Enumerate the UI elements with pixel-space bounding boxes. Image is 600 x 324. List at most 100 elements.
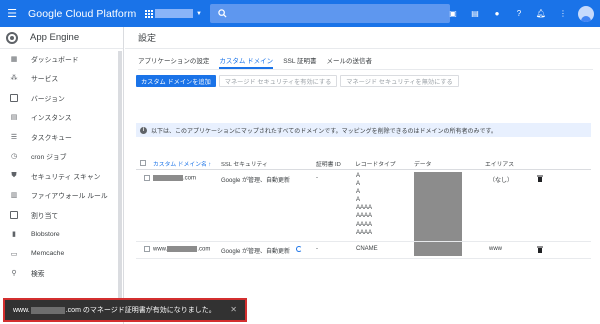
enable-managed-security-button[interactable]: マネージド セキュリティを有効にする xyxy=(218,75,338,87)
cloud-shell-icon[interactable]: ▤ xyxy=(464,0,486,27)
sidebar-item-label: 割り当て xyxy=(31,212,59,220)
firewall-icon: ▥ xyxy=(10,192,18,200)
sidebar-item-label: タスクキュー xyxy=(31,134,72,142)
table-header: カスタム ドメイン名 ↑ SSL セキュリティ 証明書 ID レコードタイプ デ… xyxy=(136,158,591,168)
cron-icon: ◷ xyxy=(10,153,18,161)
row-alias: www xyxy=(489,246,502,252)
search-icon xyxy=(218,9,227,18)
row-checkbox[interactable] xyxy=(144,175,150,181)
data-redacted xyxy=(414,172,462,256)
avatar[interactable] xyxy=(578,5,594,22)
snackbar-message: www. .com のマネージド証明書が有効になりました。 xyxy=(13,305,216,315)
project-selector[interactable]: ▼ xyxy=(145,6,205,22)
record-type: AAAA xyxy=(356,213,373,220)
header-record-type: レコードタイプ xyxy=(355,161,396,168)
snackbar-domain-prefix: www. xyxy=(13,307,30,314)
record-type: A xyxy=(356,181,361,188)
sort-arrow-icon: ↑ xyxy=(208,161,212,168)
dashboard-icon: ▦ xyxy=(10,55,18,63)
close-icon[interactable]: ✕ xyxy=(230,305,237,314)
add-custom-domain-button[interactable]: カスタム ドメインを追加 xyxy=(136,75,216,87)
sidebar-item-cron[interactable]: ◷ cron ジョブ xyxy=(0,147,123,167)
row-ssl-status: Google が管理、自動更新 xyxy=(221,249,291,255)
tab-app-settings[interactable]: アプリケーションの設定 xyxy=(138,55,209,69)
hamburger-icon[interactable]: ☰ xyxy=(0,0,24,27)
project-dots-icon xyxy=(145,9,153,18)
gift-icon[interactable]: ▣ xyxy=(442,0,464,27)
sidebar-item-label: セキュリティ スキャン xyxy=(31,173,101,181)
domain-redacted xyxy=(153,175,183,181)
chevron-down-icon: ▼ xyxy=(196,10,202,17)
row-divider xyxy=(136,258,591,259)
top-bar: ☰ Google Cloud Platform ▼ ▣ ▤ ● ? 🔔︎ ⋮ xyxy=(0,0,600,27)
row-domain[interactable]: .com xyxy=(153,175,196,182)
quota-icon xyxy=(10,210,18,219)
sidebar-item-firewall[interactable]: ▥ ファイアウォール ルール xyxy=(0,186,123,206)
sidebar-item-label: サービス xyxy=(31,76,59,84)
sidebar-item-services[interactable]: ⁂ サービス xyxy=(0,69,123,89)
search-icon: ⚲ xyxy=(11,270,17,278)
row-record-types: A A A A AAAA AAAA AAAA AAAA xyxy=(356,172,372,237)
row-checkbox[interactable] xyxy=(144,246,150,252)
header-cert-id: 証明書 ID xyxy=(316,161,341,168)
sidebar-header: App Engine xyxy=(0,27,123,49)
row-record-type: CNAME xyxy=(356,246,378,252)
record-type: AAAA xyxy=(356,229,373,236)
sidebar-item-label: Memcache xyxy=(31,250,65,258)
sidebar-title: App Engine xyxy=(30,32,80,43)
versions-icon xyxy=(10,93,18,102)
record-type: A xyxy=(356,173,361,179)
help-icon-2[interactable]: ? xyxy=(508,0,530,27)
search-input[interactable] xyxy=(210,4,450,23)
sidebar-item-versions[interactable]: バージョン xyxy=(0,88,123,108)
row-cert-id: - xyxy=(316,175,318,181)
header-ssl: SSL セキュリティ xyxy=(221,161,268,168)
disable-managed-security-button[interactable]: マネージド セキュリティを無効にする xyxy=(340,75,459,87)
sidebar-item-memcache[interactable]: ▭ Memcache xyxy=(0,244,123,264)
more-icon[interactable]: ⋮ xyxy=(552,0,574,27)
row-domain[interactable]: www. .com xyxy=(153,246,210,253)
tab-custom-domains[interactable]: カスタム ドメイン xyxy=(219,55,274,69)
sidebar-item-security-scan[interactable]: ⛊ セキュリティ スキャン xyxy=(0,166,123,186)
snackbar-text: .com のマネージド証明書が有効になりました。 xyxy=(65,307,216,314)
tab-ssl-certificates[interactable]: SSL 証明書 xyxy=(283,55,316,69)
help-icon[interactable]: ● xyxy=(486,0,508,27)
row-alias: （なし） xyxy=(489,178,514,184)
sidebar-item-dashboard[interactable]: ▦ ダッシュボード xyxy=(0,49,123,69)
sidebar: App Engine ▦ ダッシュボード ⁂ サービス バージョン ▤ インスタンス … xyxy=(0,27,124,324)
header-domain-label: カスタム ドメイン名 xyxy=(153,161,207,168)
delete-icon[interactable] xyxy=(537,175,543,182)
sidebar-scrollbar[interactable] xyxy=(118,51,122,311)
notifications-icon[interactable]: 🔔︎ xyxy=(530,0,552,27)
select-all-checkbox[interactable] xyxy=(140,160,146,166)
project-name-redacted xyxy=(155,9,193,18)
sidebar-item-blobstore[interactable]: ▮ Blobstore xyxy=(0,225,123,245)
sidebar-item-task-queue[interactable]: ☰ タスクキュー xyxy=(0,127,123,147)
sidebar-item-label: 検索 xyxy=(31,271,45,279)
record-type: AAAA xyxy=(356,205,373,212)
info-text: 以下は、このアプリケーションにマップされたすべてのドメインです。マッピングを削除… xyxy=(151,128,497,135)
sidebar-item-label: インスタンス xyxy=(31,115,72,123)
snackbar-notification: www. .com のマネージド証明書が有効になりました。 ✕ xyxy=(3,298,247,322)
sidebar-item-search[interactable]: ⚲ 検索 xyxy=(0,264,123,284)
tabs-divider xyxy=(138,69,593,70)
record-type: AAAA xyxy=(356,221,373,228)
header-data: データ xyxy=(414,161,432,168)
page-title: 設定 xyxy=(125,27,600,49)
record-type: A xyxy=(356,197,361,204)
delete-icon[interactable] xyxy=(537,246,543,253)
tab-bar: アプリケーションの設定 カスタム ドメイン SSL 証明書 メールの送信者 xyxy=(138,55,382,69)
sidebar-item-instances[interactable]: ▤ インスタンス xyxy=(0,108,123,128)
record-type: A xyxy=(356,189,361,196)
memcache-icon: ▭ xyxy=(10,250,18,258)
snackbar-domain-redacted xyxy=(30,306,65,314)
row-ssl-status: Google が管理、自動更新 xyxy=(221,178,291,184)
sidebar-item-label: バージョン xyxy=(31,95,65,103)
task-queue-icon: ☰ xyxy=(10,133,18,141)
header-domain[interactable]: カスタム ドメイン名 ↑ xyxy=(153,159,211,168)
loading-spinner-icon xyxy=(296,246,302,252)
brand-title[interactable]: Google Cloud Platform xyxy=(28,8,136,20)
app-engine-logo-icon xyxy=(6,31,18,44)
sidebar-item-quota[interactable]: 割り当て xyxy=(0,205,123,225)
tab-email-senders[interactable]: メールの送信者 xyxy=(327,55,373,69)
